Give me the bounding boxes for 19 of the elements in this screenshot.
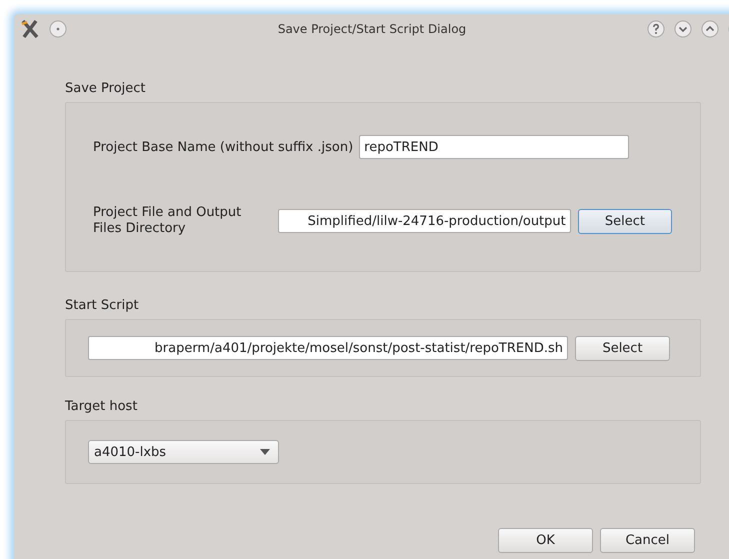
- group-title: Target host: [65, 399, 138, 414]
- select-button[interactable]: Select: [578, 208, 672, 234]
- input-field[interactable]: repoTREND: [359, 135, 630, 159]
- ok-button[interactable]: OK: [498, 528, 593, 553]
- input-field[interactable]: Simplified/lilw-24716-production/output: [278, 209, 571, 233]
- app-logo-icon: [19, 18, 41, 40]
- field-label: Project Base Name (without suffix .json): [93, 140, 354, 154]
- cancel-button[interactable]: Cancel: [600, 528, 695, 553]
- group-title: Save Project: [65, 81, 146, 96]
- window-title: Save Project/Start Script Dialog: [278, 22, 466, 36]
- field-label: Project File and Output Files Directory: [93, 205, 242, 237]
- host-dropdown[interactable]: a4010-lxbs: [88, 440, 279, 464]
- dropdown-arrow-icon: [260, 449, 270, 455]
- help-icon[interactable]: [647, 20, 665, 38]
- select-button[interactable]: Select: [575, 336, 670, 360]
- group-title: Start Script: [65, 298, 139, 313]
- maximize-icon[interactable]: [701, 20, 719, 38]
- input-field[interactable]: braperm/a401/projekte/mosel/sonst/post-statist/repoTREND.sh: [88, 336, 568, 360]
- minimize-icon[interactable]: [674, 20, 692, 38]
